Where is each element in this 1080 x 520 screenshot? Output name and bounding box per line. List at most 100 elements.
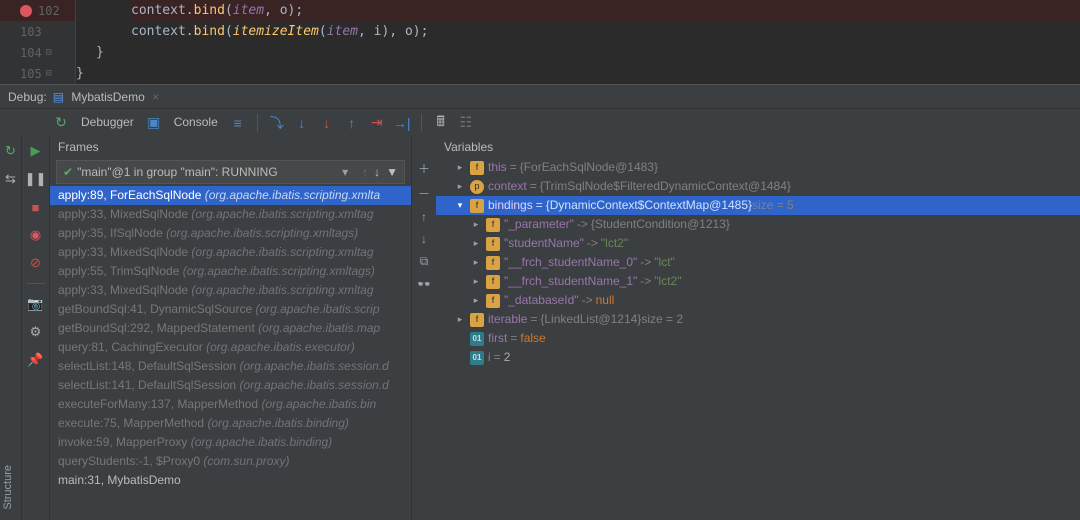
field-badge-icon: f bbox=[470, 199, 484, 213]
frames-list[interactable]: apply:89, ForEachSqlNode (org.apache.iba… bbox=[50, 186, 411, 490]
resume-icon[interactable]: ▶ bbox=[25, 140, 47, 162]
fold-icon[interactable]: ⊟ bbox=[46, 47, 52, 58]
expand-icon[interactable]: ▸ bbox=[470, 272, 482, 291]
code-area[interactable]: context.bind(item, o); context.bind(item… bbox=[76, 0, 1080, 84]
thread-selector[interactable]: ✔ "main"@1 in group "main": RUNNING ▾ ↑ … bbox=[56, 160, 405, 184]
stack-frame[interactable]: selectList:148, DefaultSqlSession (org.a… bbox=[50, 357, 411, 376]
stack-frame[interactable]: getBoundSql:41, DynamicSqlSource (org.ap… bbox=[50, 300, 411, 319]
remove-watch-icon[interactable]: － bbox=[418, 185, 430, 202]
step-into-icon[interactable]: ↓ bbox=[291, 112, 313, 134]
run-config-name[interactable]: ▤ MybatisDemo × bbox=[53, 90, 159, 104]
stack-frame[interactable]: queryStudents:-1, $Proxy0 (com.sun.proxy… bbox=[50, 452, 411, 471]
evaluate-icon[interactable]: 🖩 bbox=[430, 112, 452, 134]
stack-frame[interactable]: execute:75, MapperMethod (org.apache.iba… bbox=[50, 414, 411, 433]
line-number: 102 bbox=[38, 4, 60, 18]
next-frame-icon[interactable]: ↓ bbox=[374, 165, 380, 179]
stack-frame[interactable]: apply:55, TrimSqlNode (org.apache.ibatis… bbox=[50, 262, 411, 281]
pause-icon[interactable]: ❚❚ bbox=[25, 168, 47, 190]
variable-row[interactable]: ▸fthis = {ForEachSqlNode@1483} bbox=[436, 158, 1080, 177]
expand-icon[interactable]: ▸ bbox=[470, 215, 482, 234]
mute-breakpoints-icon[interactable]: ⊘ bbox=[25, 252, 47, 274]
filter-icon[interactable]: ▼ bbox=[386, 165, 398, 179]
check-icon: ✔ bbox=[63, 165, 73, 179]
previous-frame-icon[interactable]: ↑ bbox=[362, 165, 368, 179]
stack-frame[interactable]: apply:89, ForEachSqlNode (org.apache.iba… bbox=[50, 186, 411, 205]
editor-gutter: 102 103 104 ⊟ 105 ⊟ bbox=[0, 0, 76, 84]
variable-row[interactable]: ▸pcontext = {TrimSqlNode$FilteredDynamic… bbox=[436, 177, 1080, 196]
step-out-icon[interactable]: ↑ bbox=[341, 112, 363, 134]
variable-name: context bbox=[488, 177, 527, 196]
variable-row[interactable]: 01first = false bbox=[436, 329, 1080, 348]
run-to-cursor-icon[interactable]: →| bbox=[391, 112, 413, 134]
tab-debugger[interactable]: Debugger bbox=[75, 115, 140, 131]
stop-icon[interactable]: ■ bbox=[25, 196, 47, 218]
expand-icon[interactable]: ▸ bbox=[454, 158, 466, 177]
glasses-icon[interactable]: 👓 bbox=[417, 277, 432, 291]
chevron-down-icon[interactable]: ▾ bbox=[342, 165, 348, 179]
variable-name: "_parameter" bbox=[504, 215, 574, 234]
stack-frame[interactable]: getBoundSql:292, MappedStatement (org.ap… bbox=[50, 319, 411, 338]
threads-icon[interactable]: ≡ bbox=[227, 112, 249, 134]
stack-frame[interactable]: main:31, MybatisDemo bbox=[50, 471, 411, 490]
restore-layout-icon[interactable]: ↻ bbox=[50, 112, 72, 134]
expand-icon[interactable]: ▸ bbox=[470, 253, 482, 272]
gutter-row-103[interactable]: 103 bbox=[0, 21, 75, 42]
expand-icon[interactable]: ▸ bbox=[454, 310, 466, 329]
stack-frame[interactable]: apply:33, MixedSqlNode (org.apache.ibati… bbox=[50, 281, 411, 300]
breakpoint-icon[interactable] bbox=[20, 5, 32, 17]
variable-row[interactable]: ▾fbindings = {DynamicContext$ContextMap@… bbox=[436, 196, 1080, 215]
tab-console[interactable]: Console bbox=[168, 115, 224, 131]
structure-tool-window-tab[interactable]: Structure bbox=[0, 459, 16, 516]
expand-icon[interactable]: ▾ bbox=[454, 196, 466, 215]
variable-row[interactable]: 01i = 2 bbox=[436, 348, 1080, 367]
stack-frame[interactable]: apply:35, IfSqlNode (org.apache.ibatis.s… bbox=[50, 224, 411, 243]
close-icon[interactable]: × bbox=[152, 90, 159, 104]
debug-controls: ▶ ❚❚ ■ ◉ ⊘ 📷 ⚙ 📌 bbox=[22, 136, 50, 520]
drop-frame-icon[interactable]: ⇥ bbox=[366, 112, 388, 134]
variable-row[interactable]: ▸f"_parameter" -> {StudentCondition@1213… bbox=[436, 215, 1080, 234]
stack-frame[interactable]: selectList:141, DefaultSqlSession (org.a… bbox=[50, 376, 411, 395]
stack-frame[interactable]: apply:33, MixedSqlNode (org.apache.ibati… bbox=[50, 205, 411, 224]
line-number: 103 bbox=[20, 25, 42, 39]
fold-icon[interactable]: ⊟ bbox=[46, 68, 52, 79]
move-down-icon[interactable]: ↓ bbox=[421, 232, 427, 246]
gutter-row-105[interactable]: 105 ⊟ bbox=[0, 63, 75, 84]
camera-icon[interactable]: 📷 bbox=[25, 293, 47, 315]
trace-icon[interactable]: ☷ bbox=[455, 112, 477, 134]
variable-row[interactable]: ▸f"__frch_studentName_0" -> "lct" bbox=[436, 253, 1080, 272]
stack-frame[interactable]: query:81, CachingExecutor (org.apache.ib… bbox=[50, 338, 411, 357]
stack-frame[interactable]: invoke:59, MapperProxy (org.apache.ibati… bbox=[50, 433, 411, 452]
expand-icon[interactable]: ▸ bbox=[470, 291, 482, 310]
variable-value: {ForEachSqlNode@1483} bbox=[520, 158, 658, 177]
thread-label: "main"@1 in group "main": RUNNING bbox=[77, 165, 342, 179]
expand-icon[interactable]: ▸ bbox=[454, 177, 466, 196]
settings-icon[interactable]: ⚙ bbox=[25, 321, 47, 343]
variable-row[interactable]: ▸fiterable = {LinkedList@1214} size = 2 bbox=[436, 310, 1080, 329]
variable-value: null bbox=[596, 291, 615, 310]
gutter-row-104[interactable]: 104 ⊟ bbox=[0, 42, 75, 63]
variable-name: "__frch_studentName_0" bbox=[504, 253, 637, 272]
debug-header: Debug: ▤ MybatisDemo × bbox=[0, 84, 1080, 108]
field-badge-icon: f bbox=[470, 161, 484, 175]
variables-panel: Variables ▸fthis = {ForEachSqlNode@1483}… bbox=[436, 136, 1080, 520]
view-breakpoints-icon[interactable]: ◉ bbox=[25, 224, 47, 246]
stack-frame[interactable]: executeForMany:137, MapperMethod (org.ap… bbox=[50, 395, 411, 414]
copy-icon[interactable]: ⧉ bbox=[420, 254, 429, 269]
variable-row[interactable]: ▸f"__frch_studentName_1" -> "lct2" bbox=[436, 272, 1080, 291]
add-watch-icon[interactable]: ＋ bbox=[418, 160, 430, 177]
step-over-icon[interactable]: ⤵ bbox=[266, 112, 288, 134]
force-step-into-icon[interactable]: ↓ bbox=[316, 112, 338, 134]
variable-row[interactable]: ▸f"_databaseId" -> null bbox=[436, 291, 1080, 310]
pin-icon[interactable]: 📌 bbox=[25, 349, 47, 371]
stack-frame[interactable]: apply:33, MixedSqlNode (org.apache.ibati… bbox=[50, 243, 411, 262]
field-badge-icon: f bbox=[486, 218, 500, 232]
variable-row[interactable]: ▸f"studentName" -> "lct2" bbox=[436, 234, 1080, 253]
variable-name: "_databaseId" bbox=[504, 291, 579, 310]
variables-list[interactable]: ▸fthis = {ForEachSqlNode@1483}▸pcontext … bbox=[436, 158, 1080, 367]
expand-icon[interactable]: ▸ bbox=[470, 234, 482, 253]
rerun-icon[interactable]: ↻ bbox=[0, 140, 22, 162]
separator bbox=[257, 114, 258, 132]
move-up-icon[interactable]: ↑ bbox=[421, 210, 427, 224]
toggle-icon[interactable]: ⇆ bbox=[0, 168, 22, 190]
gutter-row-102[interactable]: 102 bbox=[0, 0, 75, 21]
